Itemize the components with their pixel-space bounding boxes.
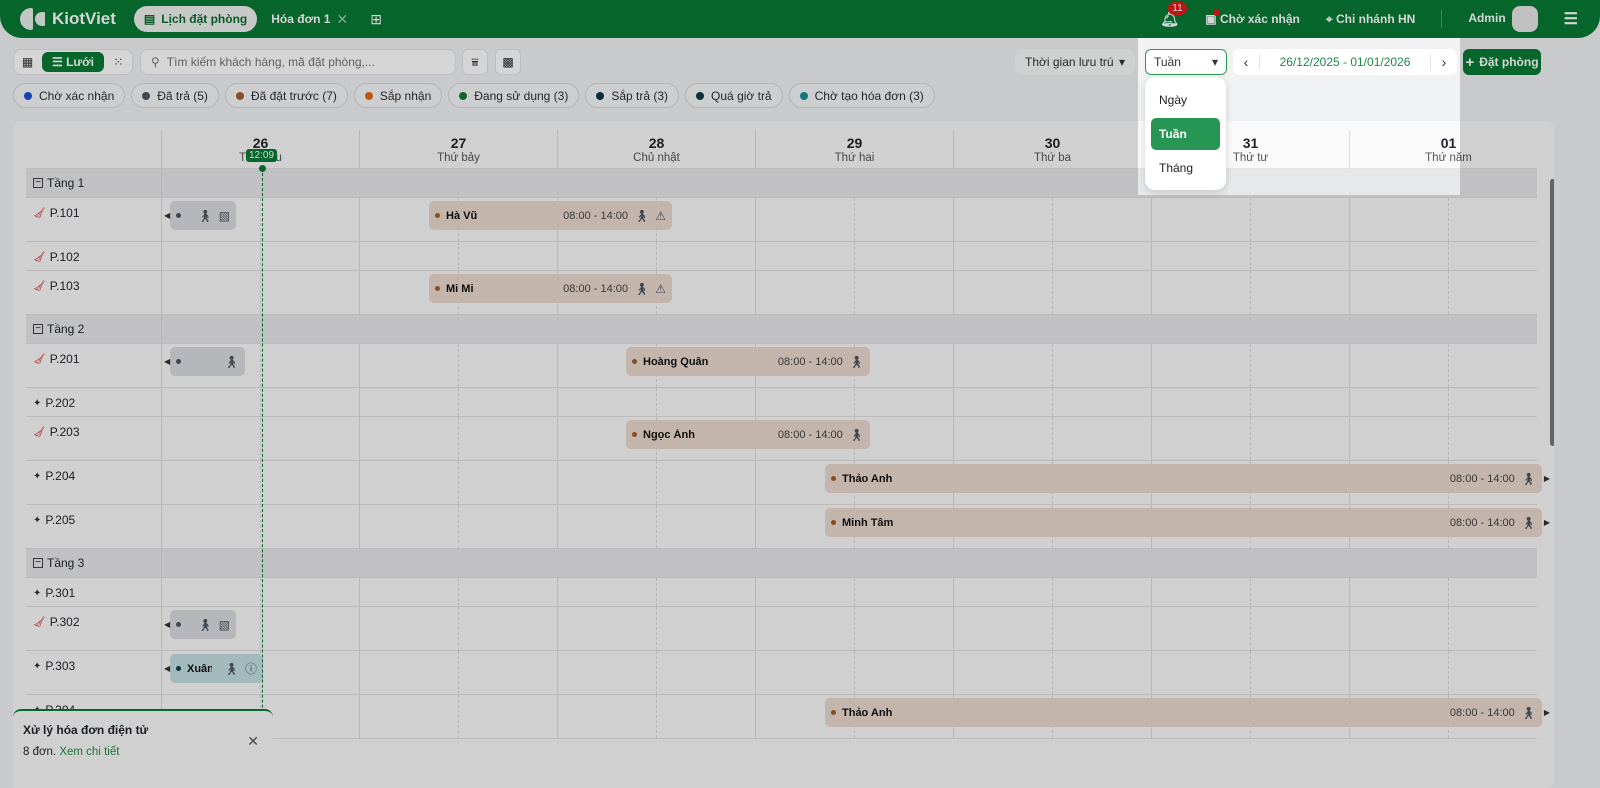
caret-down-icon: ▾ xyxy=(1211,55,1218,69)
chevron-right-icon[interactable]: › xyxy=(1431,54,1457,70)
view-mode-option[interactable]: Tuần xyxy=(1151,118,1220,150)
date-range[interactable]: 26/12/2025 - 01/01/2026 xyxy=(1259,54,1431,70)
view-mode-select[interactable]: Tuần ▾ xyxy=(1145,49,1227,75)
view-mode-value: Tuần xyxy=(1154,55,1181,69)
view-mode-option[interactable]: Tháng xyxy=(1151,152,1220,184)
view-mode-options: Ngày Tuần Tháng xyxy=(1145,77,1226,190)
chevron-left-icon[interactable]: ‹ xyxy=(1233,54,1259,70)
date-navigator: ‹ 26/12/2025 - 01/01/2026 › xyxy=(1233,49,1457,75)
view-mode-option[interactable]: Ngày xyxy=(1151,84,1220,116)
